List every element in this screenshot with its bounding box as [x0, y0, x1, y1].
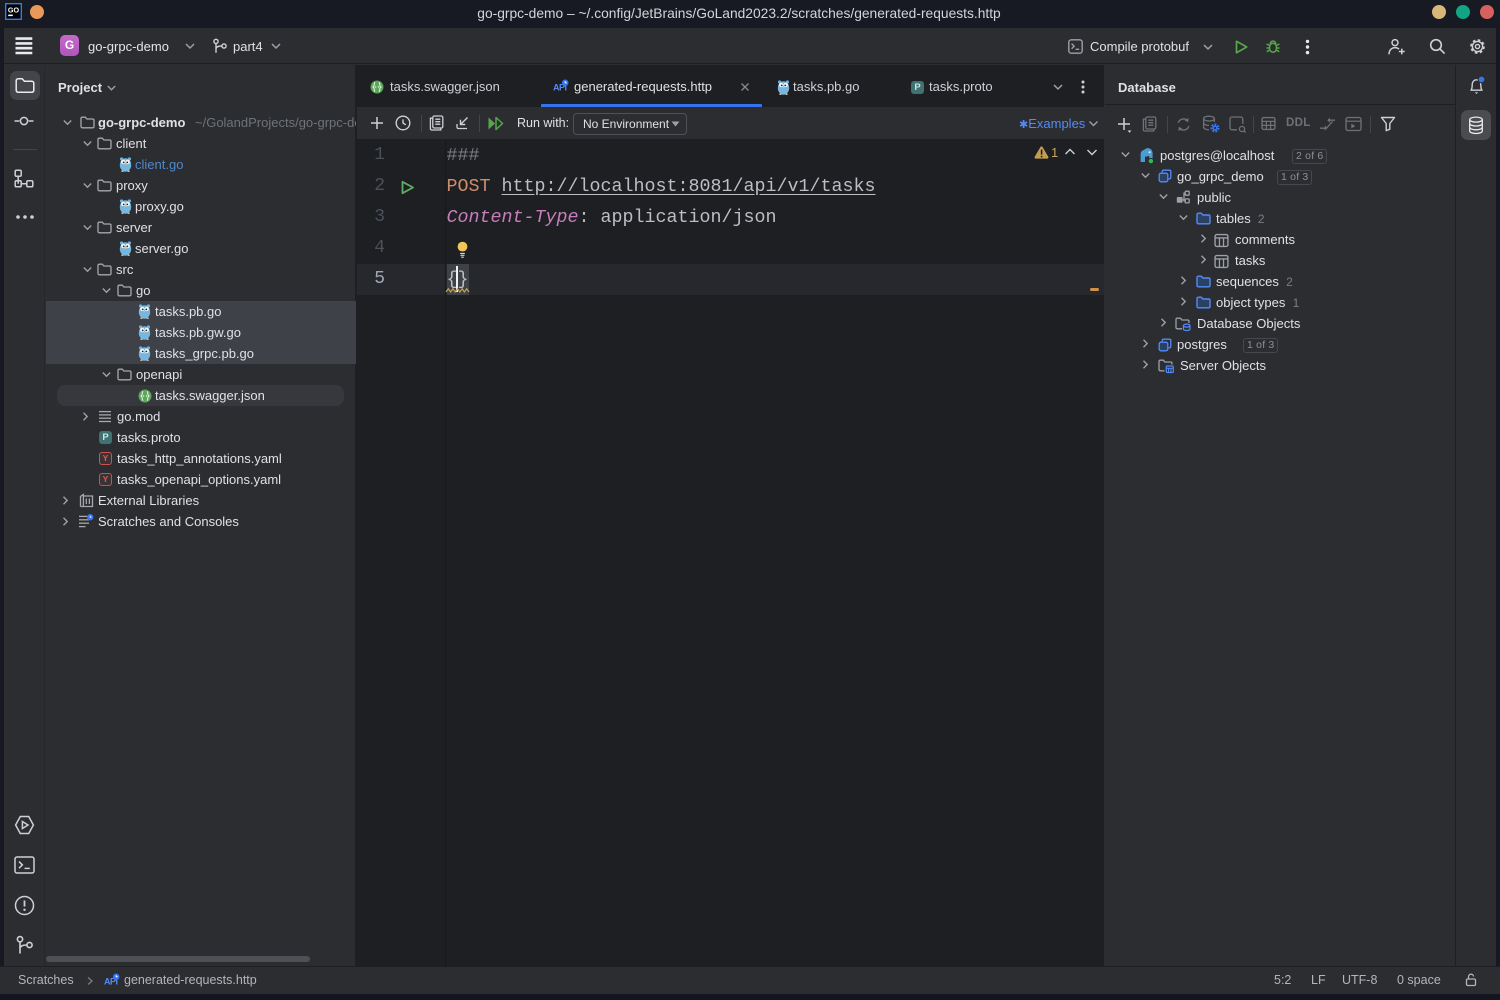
svg-text:GO: GO — [8, 5, 20, 14]
